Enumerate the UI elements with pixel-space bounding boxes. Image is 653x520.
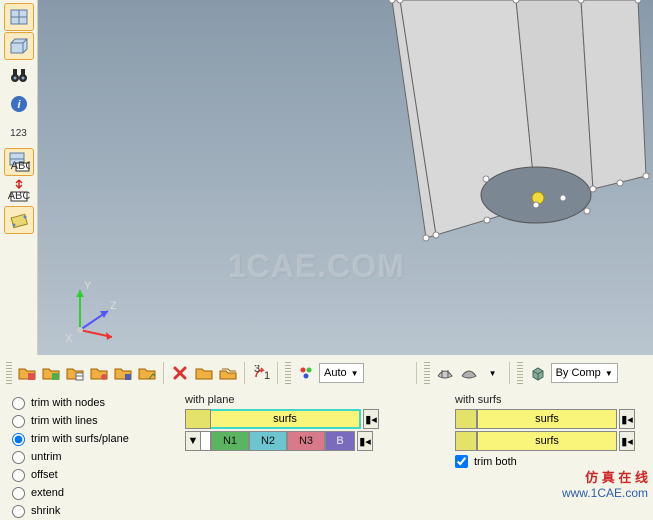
toolbar-grip-icon	[285, 362, 291, 384]
tool-grid3d[interactable]	[4, 32, 34, 60]
surfs-switch-icon-2a[interactable]: ▮◂	[619, 409, 635, 429]
left-toolbar: i 123 ABC ABC	[0, 0, 38, 355]
delete-x-icon[interactable]	[169, 362, 191, 384]
radio-shrink[interactable]: shrink	[12, 502, 172, 520]
folder-save-icon[interactable]	[112, 362, 134, 384]
tool-numbers[interactable]: 123	[4, 119, 34, 147]
main-toolbar: 12 3 Auto ▼ ▼ By Comp ▼	[0, 358, 653, 388]
toolbar-grip-icon	[517, 362, 523, 384]
svg-text:X: X	[65, 333, 73, 345]
toolbar-grip-icon	[6, 362, 12, 384]
cube-icon[interactable]	[527, 362, 549, 384]
tool-info-icon[interactable]: i	[4, 90, 34, 118]
tool-measure-icon[interactable]	[4, 206, 34, 234]
shade-solid-icon[interactable]	[458, 362, 480, 384]
rgb-dots-icon[interactable]	[295, 362, 317, 384]
tool-abc-grid[interactable]: ABC	[4, 148, 34, 176]
n2-selector[interactable]: N2	[249, 431, 287, 451]
with-surfs-title: with surfs	[455, 394, 650, 406]
radio-untrim[interactable]: untrim	[12, 448, 172, 466]
axes-triad: X Y Z	[50, 275, 130, 345]
renumber-icon[interactable]: 12 3	[250, 362, 272, 384]
surfs-selector-2a[interactable]: surfs	[477, 409, 617, 429]
svg-text:3: 3	[254, 365, 260, 375]
folder-arrow-icon[interactable]	[136, 362, 158, 384]
radio-trim-surfs-plane[interactable]: trim with surfs/plane	[12, 430, 172, 448]
radio-offset[interactable]: offset	[12, 466, 172, 484]
surfs-switch-icon-2b[interactable]: ▮◂	[619, 431, 635, 451]
svg-text:ABC: ABC	[8, 190, 30, 202]
surfs-toggle-2b[interactable]	[455, 431, 477, 451]
radio-extend[interactable]: extend	[12, 484, 172, 502]
auto-label: Auto	[324, 367, 347, 379]
surfs-toggle-2a[interactable]	[455, 409, 477, 429]
radio-trim-lines[interactable]: trim with lines	[12, 412, 172, 430]
credit: 仿 真 在 线 www.1CAE.com	[562, 467, 648, 500]
tool-abc-arrow[interactable]: ABC	[4, 177, 34, 205]
with-plane-title: with plane	[185, 394, 445, 406]
folder-red-icon[interactable]	[16, 362, 38, 384]
shade-dropdown-icon[interactable]: ▼	[482, 362, 504, 384]
surfs-toggle[interactable]	[185, 409, 211, 429]
folder-node-icon[interactable]	[88, 362, 110, 384]
trim-panel: trim with nodes trim with lines trim wit…	[0, 388, 653, 503]
toolbar-grip-icon	[424, 362, 430, 384]
b-selector[interactable]: B	[325, 431, 355, 451]
plane-dropdown[interactable]: ▼	[185, 431, 201, 451]
tool-binoculars-icon[interactable]	[4, 61, 34, 89]
bycomp-dropdown[interactable]: By Comp ▼	[551, 363, 618, 383]
watermark: 1CAE.COM	[228, 248, 405, 285]
folder-green-icon[interactable]	[40, 362, 62, 384]
auto-dropdown[interactable]: Auto ▼	[319, 363, 364, 383]
folder-stack-icon[interactable]	[217, 362, 239, 384]
surfs-switch-icon[interactable]: ▮◂	[363, 409, 379, 429]
plane-switch-icon[interactable]: ▮◂	[357, 431, 373, 451]
shade-wire-icon[interactable]	[434, 362, 456, 384]
n1-selector[interactable]: N1	[211, 431, 249, 451]
svg-text:12: 12	[264, 370, 270, 381]
tool-grid[interactable]	[4, 3, 34, 31]
n3-selector[interactable]: N3	[287, 431, 325, 451]
folder-shared-icon[interactable]	[193, 362, 215, 384]
svg-text:ABC: ABC	[10, 160, 29, 172]
folder-grid-icon[interactable]	[64, 362, 86, 384]
surfs-selector-2b[interactable]: surfs	[477, 431, 617, 451]
bycomp-label: By Comp	[556, 367, 601, 379]
svg-text:Z: Z	[110, 300, 117, 312]
viewport-3d[interactable]: 1CAE.COM X Y Z	[38, 0, 653, 355]
radio-trim-nodes[interactable]: trim with nodes	[12, 394, 172, 412]
surfs-selector[interactable]: surfs	[211, 409, 361, 429]
svg-text:Y: Y	[84, 280, 92, 292]
